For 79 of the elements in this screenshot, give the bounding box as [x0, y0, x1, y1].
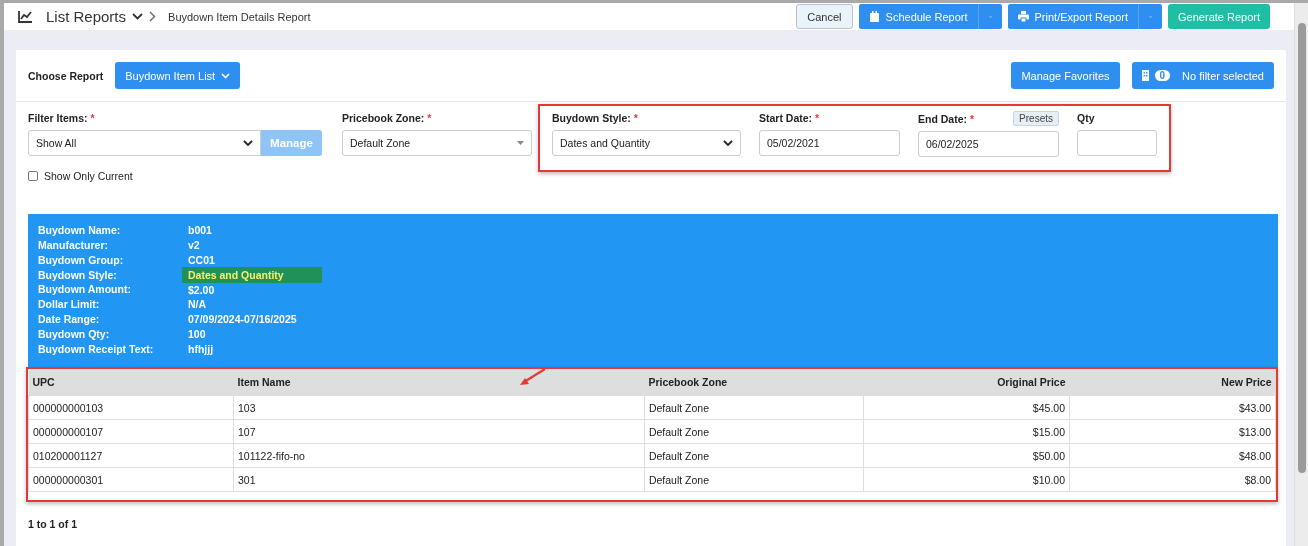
- column-header[interactable]: Original Price: [863, 368, 1070, 396]
- start-date-field[interactable]: 05/02/2021: [759, 130, 900, 157]
- printer-icon: [1017, 11, 1029, 23]
- detail-label: Buydown Style:: [38, 268, 118, 281]
- table-cell: 000000000103: [28, 395, 234, 420]
- detail-label: Buydown Receipt Text:: [38, 343, 155, 356]
- buydown-style-select[interactable]: Dates and Quantity: [552, 130, 741, 157]
- column-header[interactable]: New Price: [1069, 368, 1276, 396]
- detail-label: Buydown Group:: [38, 253, 125, 266]
- detail-label: Manufacturer:: [38, 238, 109, 251]
- table-cell: $43.00: [1069, 395, 1276, 420]
- table-cell: $45.00: [863, 395, 1070, 420]
- chevron-right-icon: [149, 11, 157, 23]
- table-cell: Default Zone: [644, 443, 864, 468]
- chevron-down-icon: [132, 13, 144, 21]
- pricebook-zone-label: Pricebook Zone: *: [342, 112, 433, 125]
- qty-label: Qty: [1077, 112, 1096, 125]
- choose-report-label: Choose Report: [28, 70, 104, 82]
- detail-value: b001: [187, 222, 213, 238]
- detail-value: CC01: [187, 252, 216, 268]
- table-cell: $10.00: [863, 467, 1070, 492]
- end-date-field[interactable]: 06/02/2025: [918, 131, 1059, 158]
- column-header[interactable]: Pricebook Zone: [644, 368, 864, 396]
- table-cell: $48.00: [1069, 443, 1276, 468]
- detail-label: Buydown Qty:: [38, 328, 111, 341]
- detail-label: Buydown Name:: [38, 223, 122, 236]
- table-cell: Default Zone: [644, 467, 864, 492]
- detail-value: 07/09/2024-07/16/2025: [187, 312, 298, 328]
- chart-icon: [18, 10, 32, 23]
- start-date-label: Start Date: *: [759, 112, 821, 125]
- table-cell: 107: [233, 419, 645, 444]
- detail-value: 100: [187, 327, 207, 343]
- chevron-down-icon: [723, 140, 733, 147]
- table-cell: $8.00: [1069, 467, 1276, 492]
- detail-value: N/A: [187, 297, 208, 313]
- pagination-text: 1 to 1 of 1: [27, 517, 78, 532]
- buydown-style-label: Buydown Style: *: [552, 112, 639, 125]
- checkbox[interactable]: [28, 171, 38, 182]
- detail-value: $2.00: [187, 282, 216, 298]
- filter-items-label: Filter Items: *: [28, 112, 96, 125]
- table-cell: Default Zone: [644, 395, 864, 420]
- table-cell: 101122-fifo-no: [233, 443, 645, 468]
- calendar-icon: [868, 11, 880, 23]
- table-cell: 000000000107: [28, 419, 234, 444]
- table-cell: Default Zone: [644, 419, 864, 444]
- breadcrumb[interactable]: Buydown Item Details Report: [168, 10, 311, 23]
- table-cell: 010200001127: [28, 443, 234, 468]
- end-date-label: End Date: *: [918, 113, 975, 125]
- dropdown-toggle[interactable]: [977, 4, 1002, 30]
- table-cell: $13.00: [1069, 419, 1276, 444]
- table-cell: 301: [233, 467, 645, 492]
- detail-label: Dollar Limit:: [38, 298, 101, 311]
- triangle-down-icon: [517, 141, 524, 146]
- checkbox-label: Show Only Current: [44, 170, 133, 183]
- building-icon: [1141, 70, 1149, 82]
- caret-icon: [221, 73, 231, 79]
- detail-value: hfhjjj: [187, 342, 215, 358]
- table-cell: 000000000301: [28, 467, 234, 492]
- dropdown-toggle[interactable]: [1138, 4, 1163, 30]
- detail-value: v2: [187, 237, 201, 253]
- scrollbar-thumb[interactable]: [1298, 23, 1306, 473]
- table-cell: $50.00: [863, 443, 1070, 468]
- detail-label: Buydown Amount:: [38, 283, 132, 296]
- table-cell: 103: [233, 395, 645, 420]
- column-header[interactable]: UPC: [28, 368, 234, 396]
- table-cell: $15.00: [863, 419, 1070, 444]
- pricebook-zone-select[interactable]: Default Zone: [342, 130, 532, 157]
- filter-status: No filter selected: [1182, 70, 1264, 82]
- qty-field[interactable]: [1077, 130, 1157, 157]
- chevron-down-icon: [243, 140, 253, 147]
- page-title: List Reports: [46, 8, 127, 26]
- detail-label: Date Range:: [38, 313, 101, 326]
- detail-value: Dates and Quantity: [182, 266, 322, 283]
- scrollbar[interactable]: [1294, 3, 1308, 546]
- presets-button[interactable]: Presets: [1013, 111, 1059, 127]
- count-badge: 0: [1154, 70, 1171, 82]
- column-header[interactable]: Item Name: [233, 368, 645, 396]
- cancel-button[interactable]: Cancel: [796, 4, 853, 30]
- filter-items-select[interactable]: Show All: [28, 130, 261, 157]
